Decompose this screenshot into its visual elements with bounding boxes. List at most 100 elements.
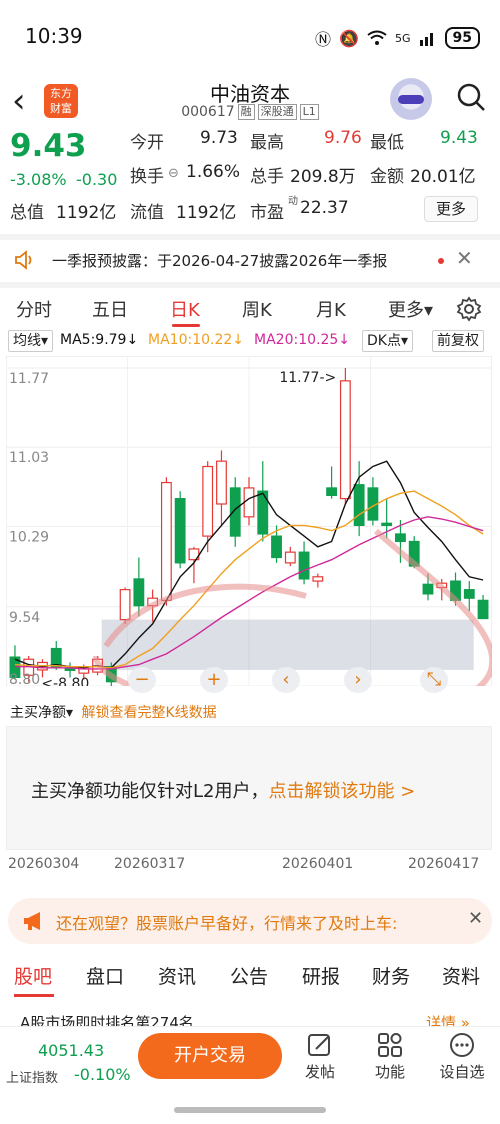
stock-header: ‹ 东方 财富 中油资本 000617 融 深股通 L1 (0, 74, 500, 130)
zoom-out-button[interactable]: − (128, 667, 156, 693)
market-cap-value: 1192亿 (56, 203, 117, 223)
locked-feature-panel[interactable]: 主买净额功能仅针对L2用户，点击解锁该功能 > (6, 726, 492, 850)
candle-up (284, 551, 296, 564)
amount-value: 20.01亿 (410, 167, 476, 187)
market-cap-label: 总值 (10, 203, 44, 223)
tab-finance[interactable]: 财务 (372, 962, 410, 989)
candle-up (216, 460, 227, 505)
dk-selector[interactable]: DK点▾ (362, 330, 413, 352)
tab-five-day[interactable]: 五日 (92, 296, 128, 322)
add-watchlist-button[interactable]: 设自选 (432, 1031, 492, 1082)
promo-text: 还在观望？股票账户早备好，行情来了及时上车: (56, 914, 398, 933)
candle-down (422, 583, 434, 595)
indicator-row: 均线▾ MA5:9.79↓ MA10:10.22↓ MA20:10.25↓ DK… (0, 330, 500, 354)
candle-up (119, 589, 131, 621)
tab-intraday[interactable]: 分时 (16, 296, 52, 322)
watchlist-label: 设自选 (439, 1063, 485, 1081)
index-value[interactable]: 4051.43 (38, 1041, 104, 1060)
notice-banner[interactable]: 一季报预披露：于2026-04-27披露2026年一季报 ✕ (0, 234, 500, 278)
post-button[interactable]: 发帖 (290, 1031, 350, 1082)
more-button[interactable]: 更多 (424, 196, 478, 222)
pe-value: 22.37 (300, 198, 349, 218)
stock-code: 000617 (181, 104, 235, 120)
date-axis: 20260304 20260317 20260401 20260417 (6, 856, 492, 876)
tab-announcements[interactable]: 公告 (230, 962, 268, 989)
unlock-link[interactable]: 解锁查看完整K线数据 (81, 705, 216, 721)
sub-indicator-selector[interactable]: 主买净额▾ (10, 705, 73, 721)
stock-name: 中油资本 (210, 82, 290, 106)
wifi-icon (367, 30, 387, 45)
home-indicator[interactable] (174, 1107, 326, 1113)
megaphone-icon (24, 912, 40, 930)
back-icon[interactable]: ‹ (12, 84, 42, 118)
status-icons: Ⓝ 🔕 5G 95 (315, 26, 480, 50)
app-logo: 东方 财富 (44, 84, 78, 118)
float-cap-label: 流值 (130, 203, 164, 223)
assistant-robot-icon[interactable] (390, 78, 432, 120)
tab-research[interactable]: 研报 (302, 962, 340, 989)
functions-button[interactable]: 功能 (360, 1031, 420, 1082)
candle-down (271, 535, 282, 559)
tab-daily-k[interactable]: 日K (170, 296, 200, 322)
nfc-icon: Ⓝ (315, 30, 332, 49)
stock-meta: 000617 融 深股通 L1 (150, 104, 350, 120)
candle-down (353, 484, 365, 526)
active-tab-underline (14, 994, 54, 997)
candle-down (174, 498, 186, 564)
status-time: 10:39 (25, 24, 83, 48)
candle-down (477, 599, 489, 620)
date-label: 20260304 (8, 856, 80, 872)
high-label: 最高 (250, 133, 284, 153)
close-icon[interactable]: ✕ (456, 246, 473, 270)
candle-down (64, 668, 76, 671)
date-label: 20260401 (282, 856, 354, 872)
zoom-controls: − + ‹ › ⤡ (120, 667, 492, 695)
period-tabs: 分时 五日 日K 周K 月K 更多▾ (0, 282, 500, 327)
tab-orderbook[interactable]: 盘口 (86, 962, 124, 989)
turnover-value: 1.66% (186, 162, 241, 182)
y-tick-label: 10.29 (9, 529, 49, 545)
tab-monthly-k[interactable]: 月K (316, 296, 346, 322)
close-icon[interactable]: ✕ (468, 908, 483, 929)
content-tabs: 股吧 盘口 资讯 公告 研报 财务 资料 (0, 958, 500, 998)
promo-banner[interactable]: 还在观望？股票账户早备好，行情来了及时上车: ✕ (8, 898, 492, 944)
fullscreen-button[interactable]: ⤡ (420, 667, 448, 693)
y-tick-label: 8.80 (9, 672, 40, 686)
zoom-in-button[interactable]: + (200, 667, 228, 693)
current-price: 9.43 (10, 128, 87, 164)
amount-label: 金额 (370, 167, 404, 187)
unlock-feature-link[interactable]: 点击解锁该功能 > (268, 781, 415, 802)
date-label: 20260317 (114, 856, 186, 872)
candle-down (326, 487, 338, 497)
ma20-value: MA20:10.25↓ (254, 332, 350, 348)
tag-level: L1 (299, 104, 319, 120)
ma-selector[interactable]: 均线▾ (8, 330, 54, 352)
candle-down (395, 533, 406, 543)
notice-dot (438, 258, 444, 264)
network-label: 5G (394, 31, 411, 45)
candle-down (298, 551, 310, 580)
float-cap-value: 1192亿 (176, 203, 237, 223)
open-account-trade-button[interactable]: 开户交易 (138, 1033, 282, 1079)
high-value: 9.76 (324, 128, 362, 148)
tab-profile[interactable]: 资料 (442, 962, 480, 989)
tab-weekly-k[interactable]: 周K (242, 296, 272, 322)
tab-forum[interactable]: 股吧 (14, 962, 52, 989)
grid-icon (378, 1033, 402, 1057)
candlestick-chart[interactable]: 11.77 11.03 10.29 9.54 8.80 11.77-> <-8.80 (6, 356, 492, 686)
tab-more[interactable]: 更多▾ (388, 296, 433, 322)
pe-superscript: 动 (288, 196, 298, 207)
pan-right-button[interactable]: › (344, 667, 372, 693)
logo-text-bottom: 财富 (50, 102, 72, 115)
pan-left-button[interactable]: ‹ (272, 667, 300, 693)
candle-up (312, 576, 324, 582)
gear-icon[interactable] (456, 296, 482, 322)
tab-news[interactable]: 资讯 (158, 962, 196, 989)
adjust-selector[interactable]: 前复权 (432, 330, 484, 352)
status-bar: 10:39 Ⓝ 🔕 5G 95 (0, 0, 500, 74)
bottom-bar: 4051.43 上证指数 -0.10% 开户交易 发帖 功能 设自选 (0, 1026, 500, 1124)
post-label: 发帖 (304, 1063, 335, 1081)
search-icon[interactable] (456, 82, 486, 112)
y-tick-label: 9.54 (9, 610, 40, 626)
volume-value: 209.8万 (290, 167, 356, 187)
